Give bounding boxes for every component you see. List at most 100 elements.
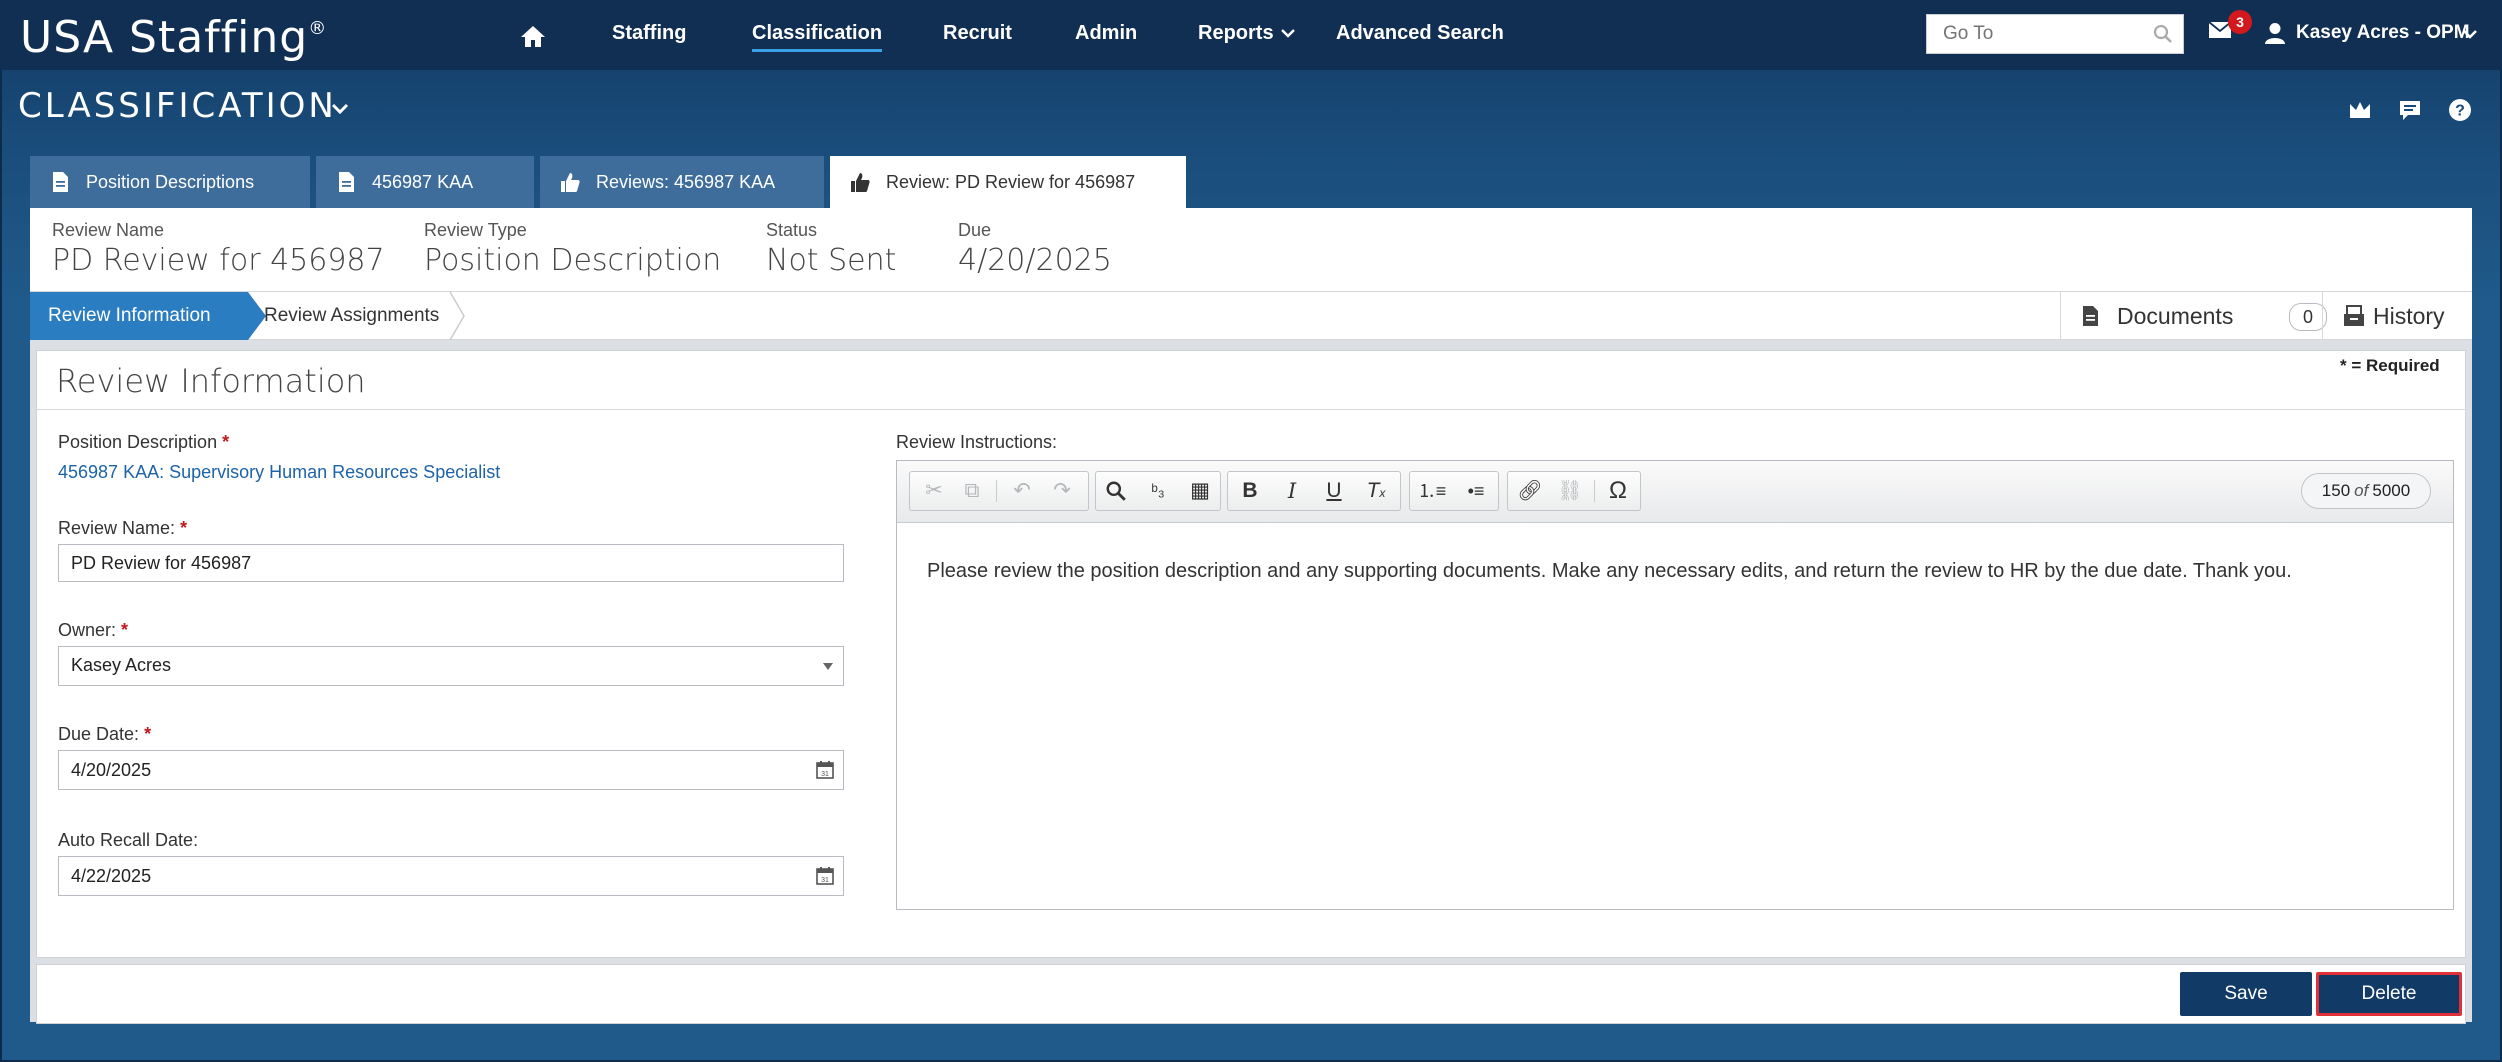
review-name-label: Review Name: * bbox=[58, 518, 188, 538]
step-separator-icon bbox=[449, 292, 465, 340]
summary-review-name: Review Name PD Review for 456987 bbox=[52, 220, 385, 278]
toolbar-separator bbox=[1594, 480, 1595, 502]
save-button[interactable]: Save bbox=[2180, 972, 2312, 1016]
copy-icon[interactable]: ⧉ bbox=[952, 472, 992, 510]
editor-toolbar: ✂ ⧉ ↶ ↷ ᵇ₃ ▦ B I U Tx ⒈≡ •≡ 🔗︎ ⛓ Ω 150 o… bbox=[897, 461, 2453, 523]
owner-select[interactable]: Kasey Acres bbox=[58, 646, 844, 686]
section-divider bbox=[36, 409, 2466, 410]
help-icon[interactable]: ? bbox=[2448, 98, 2472, 122]
form-footer bbox=[36, 964, 2466, 1024]
remove-format-icon[interactable]: Tx bbox=[1356, 472, 1396, 510]
step-navigation: Review Information Review Assignments Do… bbox=[30, 292, 2472, 340]
thumbs-up-icon bbox=[561, 173, 580, 192]
auto-recall-field[interactable]: 31 bbox=[58, 856, 844, 896]
required-note: * = Required bbox=[2340, 356, 2440, 375]
position-description-label: Position Description * bbox=[58, 432, 230, 452]
step-review-information[interactable]: Review Information bbox=[30, 292, 266, 340]
cut-icon[interactable]: ✂ bbox=[914, 472, 954, 510]
bulleted-list-icon[interactable]: •≡ bbox=[1456, 472, 1496, 510]
tab-label: Review: PD Review for 456987 bbox=[886, 172, 1136, 192]
document-icon bbox=[53, 172, 68, 192]
chevron-down-icon[interactable] bbox=[1280, 26, 1296, 40]
tab-label: Position Descriptions bbox=[86, 172, 255, 192]
user-menu-label[interactable]: Kasey Acres - OPM bbox=[2296, 22, 2470, 44]
home-icon[interactable] bbox=[520, 24, 546, 48]
step-review-assignments[interactable]: Review Assignments bbox=[264, 292, 464, 340]
review-name-input[interactable] bbox=[71, 545, 843, 582]
tab-label: Reviews: 456987 KAA bbox=[596, 172, 776, 192]
history-label: History bbox=[2373, 303, 2445, 329]
summary-value: Not Sent bbox=[766, 243, 897, 278]
nav-staffing[interactable]: Staffing bbox=[612, 22, 686, 45]
history-button[interactable]: History bbox=[2322, 292, 2472, 340]
nav-reports[interactable]: Reports bbox=[1198, 22, 1274, 45]
delete-button[interactable]: Delete bbox=[2316, 972, 2462, 1016]
summary-label: Due bbox=[958, 220, 992, 240]
redo-icon[interactable]: ↷ bbox=[1042, 472, 1082, 510]
nav-classification[interactable]: Classification bbox=[752, 22, 883, 52]
svg-text:31: 31 bbox=[821, 771, 829, 778]
due-date-field[interactable]: 31 bbox=[58, 750, 844, 790]
chevron-down-icon[interactable] bbox=[330, 102, 350, 116]
summary-label: Review Type bbox=[424, 220, 527, 240]
chat-icon[interactable] bbox=[2398, 98, 2422, 122]
toolbar-group-format: B I U Tx bbox=[1227, 471, 1401, 511]
goto-input[interactable] bbox=[1927, 15, 2147, 53]
summary-review-type: Review Type Position Description bbox=[424, 220, 721, 278]
find-icon[interactable] bbox=[1096, 472, 1136, 510]
summary-label: Review Name bbox=[52, 220, 165, 240]
user-icon[interactable] bbox=[2264, 22, 2286, 44]
dropdown-arrow-icon[interactable] bbox=[823, 663, 833, 670]
calendar-icon[interactable]: 31 bbox=[815, 760, 835, 780]
special-character-icon[interactable]: Ω bbox=[1598, 472, 1638, 510]
tab-review-pd[interactable]: Review: PD Review for 456987 bbox=[830, 156, 1186, 208]
documents-button[interactable]: Documents 0 bbox=[2060, 292, 2327, 340]
svg-text:?: ? bbox=[2455, 103, 2465, 120]
editor-content[interactable]: Please review the position description a… bbox=[927, 557, 2417, 585]
review-name-field[interactable] bbox=[58, 544, 844, 582]
brand-logo[interactable]: USA Staffing® bbox=[20, 12, 327, 63]
document-icon bbox=[2083, 306, 2098, 326]
summary-value: 4/20/2025 bbox=[958, 243, 1112, 278]
nav-admin[interactable]: Admin bbox=[1075, 22, 1137, 45]
auto-recall-label: Auto Recall Date: bbox=[58, 830, 199, 850]
review-instructions-label: Review Instructions: bbox=[896, 432, 1058, 452]
calendar-icon[interactable]: 31 bbox=[815, 866, 835, 886]
due-date-label: Due Date: * bbox=[58, 724, 152, 744]
numbered-list-icon[interactable]: ⒈≡ bbox=[1412, 472, 1452, 510]
underline-icon[interactable]: U bbox=[1314, 472, 1354, 510]
unlink-icon[interactable]: ⛓ bbox=[1550, 472, 1590, 510]
tab-position-descriptions[interactable]: Position Descriptions bbox=[30, 156, 310, 208]
module-title[interactable]: CLASSIFICATION bbox=[18, 86, 337, 126]
undo-icon[interactable]: ↶ bbox=[1002, 472, 1042, 510]
tab-reviews[interactable]: Reviews: 456987 KAA bbox=[540, 156, 824, 208]
archive-icon bbox=[2344, 305, 2364, 326]
tab-456987-kaa[interactable]: 456987 KAA bbox=[316, 156, 534, 208]
chevron-down-icon[interactable] bbox=[2462, 28, 2478, 40]
toolbar-group-lists: ⒈≡ •≡ bbox=[1409, 471, 1499, 511]
document-icon bbox=[339, 172, 354, 192]
nav-advanced-search[interactable]: Advanced Search bbox=[1336, 22, 1504, 45]
owner-selected-value: Kasey Acres bbox=[71, 655, 172, 675]
dashboard-icon[interactable] bbox=[2348, 98, 2372, 122]
due-date-input[interactable] bbox=[71, 751, 766, 789]
character-counter: 150 of 5000 bbox=[2301, 473, 2431, 509]
summary-due: Due 4/20/2025 bbox=[958, 220, 1112, 278]
svg-text:31: 31 bbox=[821, 877, 829, 884]
italic-icon[interactable]: I bbox=[1272, 472, 1312, 510]
bold-icon[interactable]: B bbox=[1230, 472, 1270, 510]
auto-recall-input[interactable] bbox=[71, 857, 766, 895]
summary-value: Position Description bbox=[424, 243, 722, 278]
replace-icon[interactable]: ᵇ₃ bbox=[1138, 472, 1178, 510]
link-icon[interactable]: 🔗︎ bbox=[1510, 472, 1550, 510]
tab-label: 456987 KAA bbox=[372, 172, 474, 192]
nav-recruit[interactable]: Recruit bbox=[943, 22, 1012, 45]
review-instructions-editor[interactable]: ✂ ⧉ ↶ ↷ ᵇ₃ ▦ B I U Tx ⒈≡ •≡ 🔗︎ ⛓ Ω 150 o… bbox=[896, 460, 2454, 910]
position-description-link[interactable]: 456987 KAA: Supervisory Human Resources … bbox=[58, 462, 500, 483]
review-summary: Review Name PD Review for 456987 Review … bbox=[30, 208, 2472, 292]
summary-status: Status Not Sent bbox=[766, 220, 896, 278]
goto-search-box[interactable] bbox=[1926, 14, 2184, 54]
toolbar-group-clipboard: ✂ ⧉ ↶ ↷ bbox=[909, 471, 1089, 511]
search-icon[interactable] bbox=[2153, 24, 2173, 44]
select-all-icon[interactable]: ▦ bbox=[1180, 472, 1220, 510]
